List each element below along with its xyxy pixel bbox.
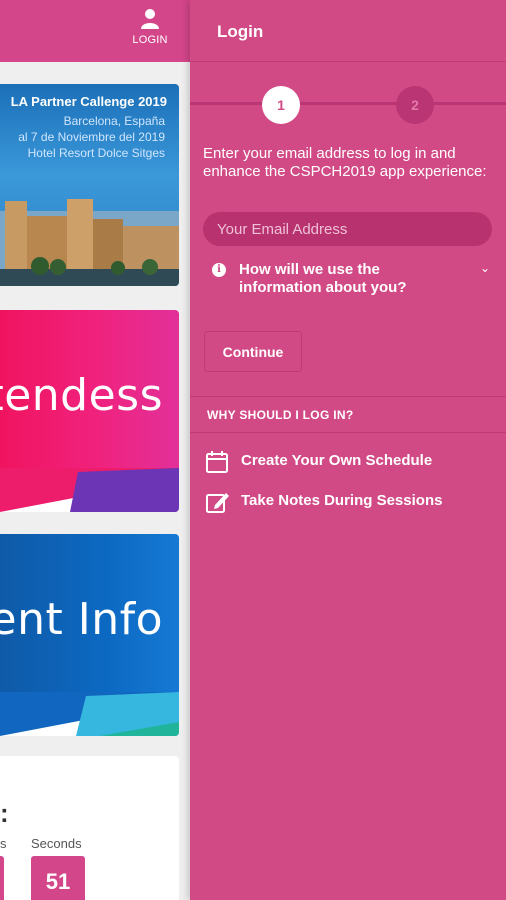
divider: [190, 396, 506, 397]
privacy-info-toggle[interactable]: i How will we use the information about …: [212, 261, 492, 301]
user-icon: [141, 9, 159, 29]
edit-note-icon: [206, 493, 229, 513]
divider: [190, 432, 506, 433]
login-button-label: LOGIN: [132, 34, 168, 46]
benefit-label: Take Notes During Sessions: [241, 492, 443, 509]
countdown-seconds-value: 51: [31, 856, 85, 900]
step-progress-line: [190, 102, 506, 105]
drawer-title: Login: [217, 22, 264, 41]
event-info-tile-label: vent Info: [0, 594, 163, 645]
continue-button[interactable]: Continue: [204, 331, 302, 372]
banner-building-image: [0, 199, 179, 286]
divider: [190, 61, 506, 62]
chevron-down-icon: ⌄: [479, 261, 490, 275]
why-login-heading: WHY SHOULD I LOG IN?: [207, 408, 354, 422]
benefit-label: Create Your Own Schedule: [241, 452, 433, 469]
banner-venue: Hotel Resort Dolce Sitges: [27, 146, 165, 160]
banner-title: LA Partner Callenge 2019: [10, 94, 167, 109]
countdown-seconds-label: Seconds: [31, 836, 82, 851]
login-drawer: Login 1 2 Enter your email address to lo…: [190, 0, 506, 900]
countdown-separator: :: [0, 798, 9, 828]
attendees-tile-label: ttendess: [0, 370, 163, 421]
step-1-indicator: 1: [262, 86, 300, 124]
banner-dates: al 7 de Noviembre del 2019: [18, 130, 165, 144]
app-background: LOGIN LA Partner Callenge 2019 Barcelona…: [0, 0, 190, 900]
event-banner[interactable]: LA Partner Callenge 2019 Barcelona, Espa…: [0, 84, 179, 286]
email-input[interactable]: [203, 212, 492, 246]
attendees-tile-decoration: [0, 468, 179, 512]
attendees-tile[interactable]: ttendess: [0, 310, 179, 512]
calendar-icon: [206, 451, 228, 473]
event-info-tile-decoration: [0, 692, 179, 736]
step-2-indicator: 2: [396, 86, 434, 124]
banner-location: Barcelona, España: [63, 114, 165, 128]
app-header: LOGIN: [0, 0, 190, 62]
privacy-info-question: How will we use the information about yo…: [239, 261, 407, 296]
countdown-prev-label: s: [0, 836, 7, 851]
countdown-card: : s Seconds 51: [0, 756, 179, 900]
banner-details: Barcelona, España al 7 de Noviembre del …: [18, 113, 165, 161]
event-info-tile[interactable]: vent Info: [0, 534, 179, 736]
login-intro-text: Enter your email address to log in and e…: [203, 145, 487, 180]
countdown-prev-box: [0, 856, 4, 900]
info-icon: i: [212, 263, 226, 277]
login-button[interactable]: LOGIN: [128, 6, 172, 54]
